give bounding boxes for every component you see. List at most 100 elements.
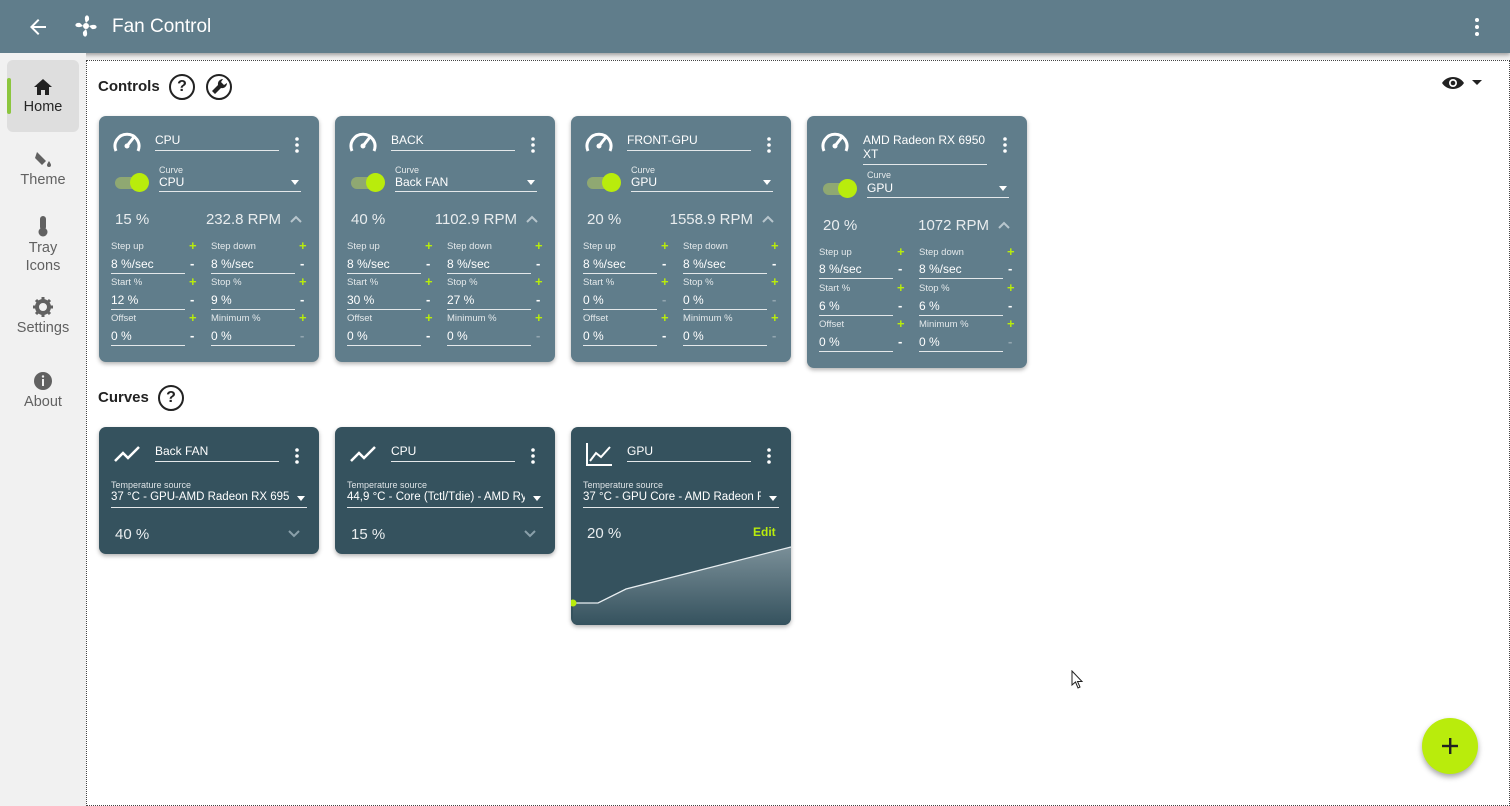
nav-item-about[interactable]: About: [7, 371, 79, 417]
curve-name[interactable]: GPU: [627, 444, 751, 462]
step-up-minus[interactable]: -: [426, 257, 430, 270]
curve-select[interactable]: GPU: [631, 175, 773, 192]
offset-field[interactable]: 0 %: [111, 329, 185, 346]
curve-select[interactable]: Back FAN: [395, 175, 537, 192]
step-up-plus[interactable]: +: [661, 239, 669, 252]
card-menu-icon[interactable]: [527, 136, 539, 154]
collapse-chevron-icon[interactable]: [761, 214, 775, 224]
enable-toggle[interactable]: [587, 173, 621, 192]
step-down-minus[interactable]: -: [772, 257, 776, 270]
offset-minus[interactable]: -: [190, 329, 194, 342]
step-up-minus[interactable]: -: [898, 262, 902, 275]
minimum-minus[interactable]: -: [300, 329, 304, 342]
nav-item-theme[interactable]: Theme: [7, 145, 79, 197]
stop-plus[interactable]: +: [1007, 281, 1015, 294]
stop-plus[interactable]: +: [299, 275, 307, 288]
back-arrow-icon[interactable]: [26, 15, 50, 39]
step-up-plus[interactable]: +: [425, 239, 433, 252]
offset-field[interactable]: 0 %: [819, 335, 893, 352]
start-field[interactable]: 12 %: [111, 293, 185, 310]
start-minus[interactable]: -: [426, 293, 430, 306]
minimum-plus[interactable]: +: [299, 311, 307, 324]
minimum-field[interactable]: 0 %: [919, 335, 1003, 352]
step-down-minus[interactable]: -: [300, 257, 304, 270]
stop-minus[interactable]: -: [300, 293, 304, 306]
step-up-plus[interactable]: +: [189, 239, 197, 252]
start-plus[interactable]: +: [897, 281, 905, 294]
step-down-plus[interactable]: +: [299, 239, 307, 252]
curves-help-button[interactable]: ?: [158, 385, 184, 411]
temperature-source-select[interactable]: 44,9 °C - Core (Tctl/Tdie) - AMD Ryzen: [347, 491, 543, 508]
temperature-source-select[interactable]: 37 °C - GPU-AMD Radeon RX 6950 XT: [111, 491, 307, 508]
start-plus[interactable]: +: [189, 275, 197, 288]
offset-plus[interactable]: +: [661, 311, 669, 324]
offset-minus[interactable]: -: [898, 335, 902, 348]
start-field[interactable]: 6 %: [819, 299, 893, 316]
minimum-minus[interactable]: -: [772, 329, 776, 342]
start-minus[interactable]: -: [662, 293, 666, 306]
step-up-plus[interactable]: +: [897, 245, 905, 258]
stop-field[interactable]: 6 %: [919, 299, 1003, 316]
minimum-minus[interactable]: -: [1008, 335, 1012, 348]
offset-minus[interactable]: -: [426, 329, 430, 342]
minimum-field[interactable]: 0 %: [447, 329, 531, 346]
curve-select[interactable]: CPU: [159, 175, 301, 192]
offset-plus[interactable]: +: [425, 311, 433, 324]
enable-toggle[interactable]: [115, 173, 149, 192]
step-down-minus[interactable]: -: [1008, 262, 1012, 275]
card-menu-icon[interactable]: [291, 136, 303, 154]
start-field[interactable]: 0 %: [583, 293, 657, 310]
more-vert-icon[interactable]: [1468, 16, 1486, 38]
minimum-field[interactable]: 0 %: [211, 329, 295, 346]
minimum-plus[interactable]: +: [535, 311, 543, 324]
temperature-source-select[interactable]: 37 °C - GPU Core - AMD Radeon RX 6950 XT: [583, 491, 779, 508]
nav-item-settings[interactable]: Settings: [7, 297, 79, 343]
start-minus[interactable]: -: [898, 299, 902, 312]
stop-minus[interactable]: -: [772, 293, 776, 306]
card-menu-icon[interactable]: [527, 447, 539, 465]
step-down-minus[interactable]: -: [536, 257, 540, 270]
stop-field[interactable]: 9 %: [211, 293, 295, 310]
control-name[interactable]: CPU: [155, 133, 279, 151]
offset-field[interactable]: 0 %: [583, 329, 657, 346]
step-down-plus[interactable]: +: [771, 239, 779, 252]
start-minus[interactable]: -: [190, 293, 194, 306]
step-down-field[interactable]: 8 %/sec: [447, 257, 531, 274]
step-down-field[interactable]: 8 %/sec: [683, 257, 767, 274]
card-menu-icon[interactable]: [291, 447, 303, 465]
stop-plus[interactable]: +: [771, 275, 779, 288]
enable-toggle[interactable]: [351, 173, 385, 192]
expand-chevron-icon[interactable]: [523, 529, 537, 539]
step-down-plus[interactable]: +: [535, 239, 543, 252]
nav-item-tray-icons[interactable]: Tray Icons: [7, 213, 79, 275]
minimum-plus[interactable]: +: [1007, 317, 1015, 330]
curve-name[interactable]: CPU: [391, 444, 515, 462]
step-up-minus[interactable]: -: [190, 257, 194, 270]
minimum-field[interactable]: 0 %: [683, 329, 767, 346]
control-name[interactable]: FRONT-GPU: [627, 133, 751, 151]
add-button[interactable]: [1422, 718, 1478, 774]
collapse-chevron-icon[interactable]: [997, 220, 1011, 230]
stop-plus[interactable]: +: [535, 275, 543, 288]
stop-minus[interactable]: -: [1008, 299, 1012, 312]
card-menu-icon[interactable]: [763, 136, 775, 154]
card-menu-icon[interactable]: [999, 136, 1011, 154]
control-name[interactable]: BACK: [391, 133, 515, 151]
start-field[interactable]: 30 %: [347, 293, 421, 310]
stop-field[interactable]: 0 %: [683, 293, 767, 310]
collapse-chevron-icon[interactable]: [525, 214, 539, 224]
enable-toggle[interactable]: [823, 179, 857, 198]
offset-minus[interactable]: -: [662, 329, 666, 342]
control-name[interactable]: AMD Radeon RX 6950 XT: [863, 133, 987, 165]
edit-curve-link[interactable]: Edit: [753, 525, 776, 539]
controls-tools-button[interactable]: [206, 74, 232, 100]
step-up-field[interactable]: 8 %/sec: [583, 257, 657, 274]
visibility-toggle[interactable]: [1441, 73, 1485, 93]
start-plus[interactable]: +: [425, 275, 433, 288]
stop-minus[interactable]: -: [536, 293, 540, 306]
start-plus[interactable]: +: [661, 275, 669, 288]
step-down-field[interactable]: 8 %/sec: [919, 262, 1003, 279]
minimum-plus[interactable]: +: [771, 311, 779, 324]
minimum-minus[interactable]: -: [536, 329, 540, 342]
curve-name[interactable]: Back FAN: [155, 444, 279, 462]
